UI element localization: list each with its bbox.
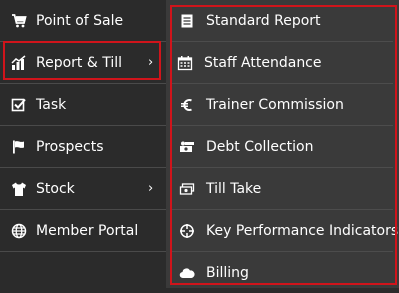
cloud-icon [179,265,195,281]
cart-icon [11,13,27,29]
checkbox-icon [11,97,27,113]
submenu-item-trainer-commission[interactable]: Trainer Commission [170,84,395,125]
flag-icon [11,139,27,155]
submenu-item-staff-attendance[interactable]: Staff Attendance [170,42,395,83]
menu-item-point-of-sale[interactable]: Point of Sale [0,0,166,41]
submenu-item-standard-report[interactable]: Standard Report [170,0,395,41]
submenu-item-debt-collection[interactable]: Debt Collection [170,126,395,167]
submenu-item-kpi[interactable]: Key Performance Indicators [170,210,399,251]
submenu-item-label: Debt Collection [206,138,314,155]
document-icon [179,13,195,29]
menu-item-label: Member Portal [36,222,139,239]
menu-item-label: Report & Till [36,54,123,71]
cash-register-icon [179,181,195,197]
submenu-item-label: Key Performance Indicators [206,222,399,239]
submenu-item-label: Till Take [206,180,262,197]
submenu-item-billing[interactable]: Billing [170,252,395,293]
main-menu: Point of Sale Report & Till › Task Prosp… [0,0,166,288]
crosshair-icon [179,223,195,239]
submenu-item-label: Staff Attendance [204,54,322,71]
money-icon [179,139,195,155]
divider [0,251,166,252]
menu-item-label: Task [36,96,67,113]
submenu-item-label: Billing [206,264,249,281]
tshirt-icon [11,181,27,197]
bar-chart-icon [11,54,27,71]
menu-item-report-till[interactable]: Report & Till › [0,42,166,83]
euro-icon [179,97,195,113]
menu-item-label: Stock [36,180,75,197]
menu-item-task[interactable]: Task [0,84,166,125]
menu-item-stock[interactable]: Stock › [0,168,166,209]
submenu-item-label: Trainer Commission [206,96,344,113]
submenu-item-label: Standard Report [206,12,321,29]
menu-item-label: Point of Sale [36,12,124,29]
globe-icon [11,223,27,239]
chevron-right-icon: › [148,181,154,196]
submenu-item-till-take[interactable]: Till Take [170,168,395,209]
menu-item-member-portal[interactable]: Member Portal [0,210,166,251]
menu-item-label: Prospects [36,138,104,155]
menu-item-prospects[interactable]: Prospects [0,126,166,167]
chevron-right-icon: › [148,55,154,70]
calendar-icon [177,55,193,71]
